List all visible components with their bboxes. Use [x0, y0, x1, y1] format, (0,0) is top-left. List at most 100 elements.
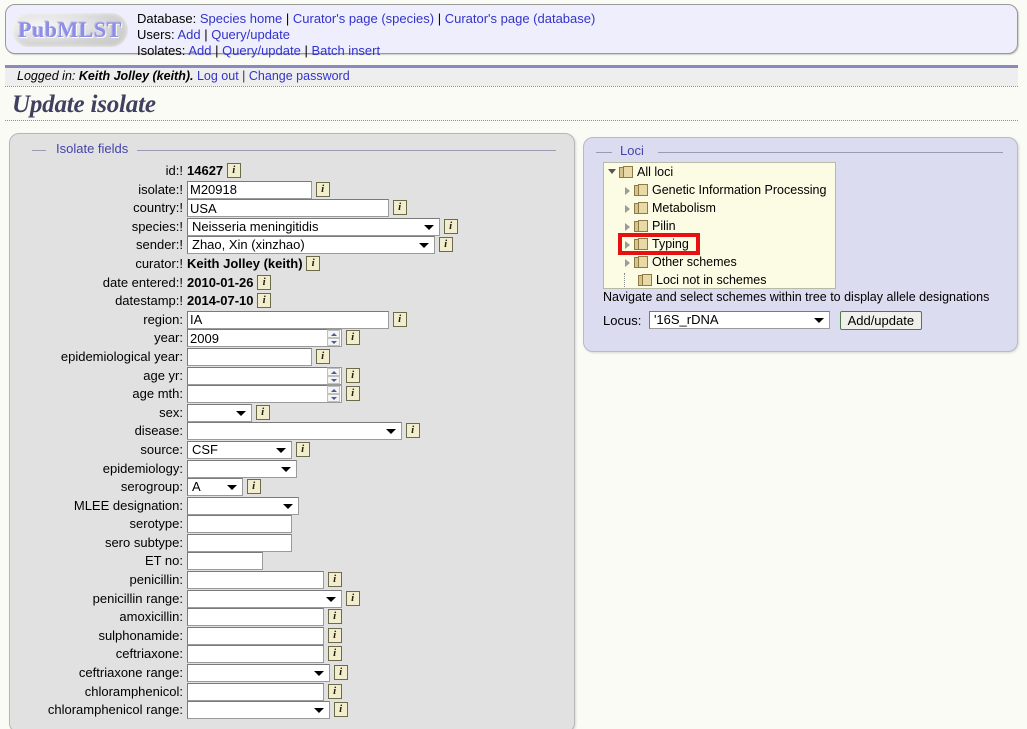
stepper-down-icon[interactable] [327, 394, 340, 403]
info-icon[interactable]: i [405, 423, 420, 439]
info-icon[interactable]: i [345, 590, 360, 606]
loci-tree-node[interactable]: All loci [604, 163, 835, 181]
stepper-up-icon[interactable] [327, 386, 340, 395]
field-select[interactable] [187, 422, 402, 441]
field-select[interactable]: Zhao, Xin (xinzhao) [187, 236, 435, 255]
field-text-input[interactable] [187, 533, 292, 552]
field-select[interactable]: A [187, 478, 243, 497]
info-icon[interactable]: i [257, 274, 272, 290]
locus-select[interactable]: '16S_rDNA [648, 311, 830, 329]
field-select[interactable] [187, 459, 297, 478]
loci-tree-node[interactable]: Metabolism [604, 199, 835, 217]
field-number-input[interactable] [187, 366, 327, 385]
loci-tree-node[interactable]: Typing [604, 233, 835, 255]
info-icon[interactable]: i [257, 293, 272, 309]
add-update-button[interactable]: Add/update [839, 311, 923, 330]
nav-link[interactable]: Add [177, 27, 200, 42]
stepper-up-icon[interactable] [327, 330, 340, 339]
stepper-down-icon[interactable] [327, 338, 340, 347]
chevron-down-icon [386, 429, 396, 435]
field-text-input[interactable] [187, 310, 389, 329]
field-select[interactable] [187, 589, 342, 608]
nav-link[interactable]: Curator's page (database) [445, 11, 596, 26]
stepper-buttons[interactable] [327, 385, 342, 404]
field-text-input[interactable] [187, 180, 312, 199]
field-number-input[interactable] [187, 385, 327, 404]
info-icon[interactable]: i [306, 255, 321, 271]
stepper-buttons[interactable] [327, 329, 342, 348]
info-icon[interactable]: i [345, 330, 360, 346]
change-password-link[interactable]: Change password [249, 69, 350, 83]
nav-separator: | [282, 11, 293, 26]
field-text-input[interactable] [187, 347, 312, 366]
loci-tree[interactable]: All loci Genetic Information Processing Me… [603, 162, 836, 289]
info-icon[interactable]: i [438, 237, 453, 253]
nav-link[interactable]: Curator's page (species) [293, 11, 434, 26]
info-icon[interactable]: i [333, 702, 348, 718]
info-icon[interactable]: i [327, 572, 342, 588]
field-number-input[interactable] [187, 329, 327, 348]
info-icon[interactable]: i [345, 386, 360, 402]
nav-link[interactable]: Query/update [211, 27, 290, 42]
nav-link[interactable]: Batch insert [311, 43, 380, 58]
field-number-stepper[interactable] [187, 329, 342, 348]
field-text-input[interactable] [187, 682, 324, 701]
info-icon[interactable]: i [295, 441, 310, 457]
loci-tree-node[interactable]: Pilin [604, 217, 835, 235]
field-text-input[interactable] [187, 626, 324, 645]
loci-tree-node[interactable]: Genetic Information Processing [604, 181, 835, 199]
stepper-down-icon[interactable] [327, 375, 340, 384]
stepper-up-icon[interactable] [327, 367, 340, 376]
nav-row: Database: Species home | Curator's page … [137, 11, 595, 27]
field-text-input[interactable] [187, 645, 324, 664]
field-text-input[interactable] [187, 608, 324, 627]
tree-expander-open-icon[interactable] [608, 163, 619, 181]
nav-link[interactable]: Query/update [222, 43, 301, 58]
field-select[interactable] [187, 496, 299, 515]
info-icon[interactable]: i [345, 367, 360, 383]
info-icon[interactable]: i [333, 665, 348, 681]
field-text-input[interactable] [187, 552, 263, 571]
field-select[interactable]: Neisseria meningitidis [187, 217, 440, 236]
field-number-stepper[interactable] [187, 366, 342, 385]
field-select[interactable] [187, 664, 330, 683]
info-icon[interactable]: i [392, 311, 407, 327]
info-icon[interactable]: i [443, 218, 458, 234]
field-text-input[interactable] [187, 571, 324, 590]
loci-tree-node[interactable]: Loci not in schemes [604, 271, 835, 288]
field-text-input[interactable] [187, 515, 292, 534]
field-text-input[interactable] [187, 199, 389, 218]
info-icon[interactable]: i [327, 683, 342, 699]
nav-link[interactable]: Add [188, 43, 211, 58]
info-icon[interactable]: i [327, 609, 342, 625]
stepper-buttons[interactable] [327, 366, 342, 385]
field-select[interactable]: CSF [187, 440, 292, 459]
nav-link[interactable]: Species home [200, 11, 282, 26]
info-icon[interactable]: i [226, 163, 241, 178]
folder-icon [634, 184, 649, 197]
field-select[interactable] [187, 403, 252, 422]
folder-icon [634, 202, 649, 215]
tree-expander-collapsed-icon[interactable] [623, 217, 634, 235]
field-number-stepper[interactable] [187, 385, 342, 404]
tree-expander-collapsed-icon[interactable] [623, 235, 634, 253]
info-icon[interactable]: i [327, 627, 342, 643]
field-label: ceftriaxone range: [78, 665, 183, 681]
info-icon[interactable]: i [255, 404, 270, 420]
tree-expander-collapsed-icon[interactable] [623, 181, 634, 199]
loci-legend-label: Loci [620, 143, 644, 158]
info-icon[interactable]: i [392, 200, 407, 216]
info-icon[interactable]: i [315, 181, 330, 197]
tree-expander-collapsed-icon[interactable] [623, 199, 634, 217]
session-separator: | [242, 69, 246, 83]
loci-panel: Loci All loci Genetic Information Process… [583, 137, 1018, 352]
info-icon[interactable]: i [246, 479, 261, 495]
loci-tree-node[interactable]: Other schemes [604, 253, 835, 271]
field-select[interactable] [187, 701, 330, 720]
info-icon[interactable]: i [327, 646, 342, 662]
field-label: ceftriaxone: [115, 646, 183, 662]
info-icon[interactable]: i [315, 348, 330, 364]
tree-expander-collapsed-icon[interactable] [623, 253, 634, 271]
logout-link[interactable]: Log out [197, 69, 239, 83]
chevron-down-icon [424, 224, 434, 230]
